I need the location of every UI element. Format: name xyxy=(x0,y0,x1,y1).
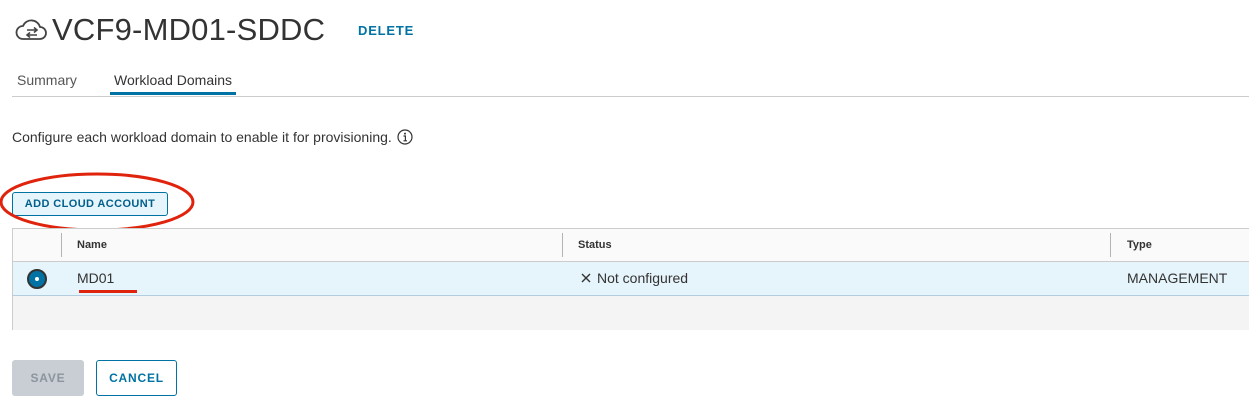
helper-text-row: Configure each workload domain to enable… xyxy=(12,129,413,145)
row-select-radio[interactable] xyxy=(27,269,47,289)
delete-button[interactable]: DELETE xyxy=(358,23,414,38)
helper-text: Configure each workload domain to enable… xyxy=(12,129,392,145)
grid-footer xyxy=(13,296,1249,330)
tab-bar: Summary Workload Domains xyxy=(12,64,1249,97)
column-separator[interactable] xyxy=(562,233,563,257)
annotation-underline xyxy=(79,290,137,293)
add-cloud-account-button[interactable]: ADD CLOUD ACCOUNT xyxy=(12,192,168,216)
column-header-status[interactable]: Status xyxy=(578,239,612,251)
tab-summary[interactable]: Summary xyxy=(17,72,77,95)
cancel-button[interactable]: CANCEL xyxy=(96,360,177,396)
grid-header: Name Status Type xyxy=(13,229,1249,262)
column-separator[interactable] xyxy=(61,233,62,257)
tab-workload-domains[interactable]: Workload Domains xyxy=(110,72,237,95)
table-row[interactable]: MD01 Not configured MANAGEMENT xyxy=(13,262,1249,296)
column-header-name[interactable]: Name xyxy=(77,239,107,251)
workload-domain-grid: Name Status Type MD01 Not configured MAN… xyxy=(12,228,1249,330)
page-title: VCF9-MD01-SDDC xyxy=(52,12,326,47)
cell-name: MD01 xyxy=(77,270,115,286)
cell-type: MANAGEMENT xyxy=(1127,270,1228,286)
cloud-sync-icon xyxy=(15,19,47,40)
save-button[interactable]: SAVE xyxy=(12,360,84,396)
status-text: Not configured xyxy=(597,270,689,286)
info-icon[interactable] xyxy=(397,129,413,145)
close-icon xyxy=(581,273,591,283)
column-separator[interactable] xyxy=(1110,233,1111,257)
column-header-type[interactable]: Type xyxy=(1127,239,1152,251)
cell-status: Not configured xyxy=(580,270,688,286)
